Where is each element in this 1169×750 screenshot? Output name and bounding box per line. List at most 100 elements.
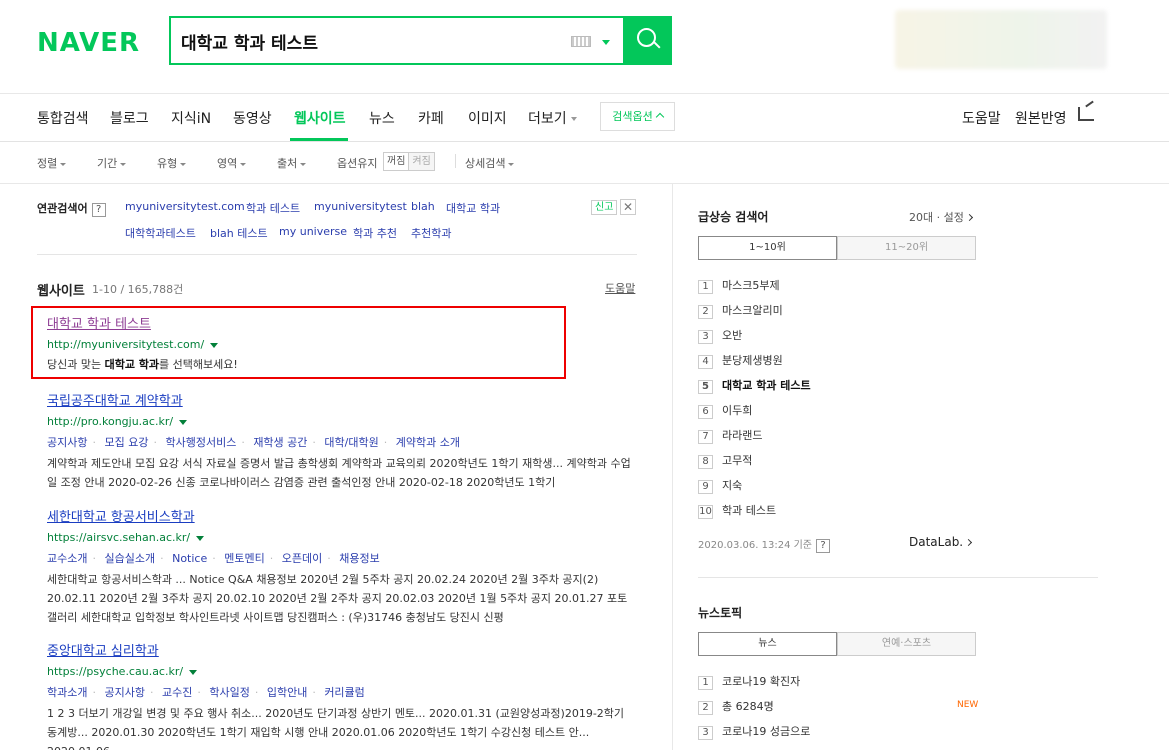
news-topic-item[interactable]: 1 코로나19 확진자 <box>698 673 800 690</box>
news-topic-item[interactable]: 3 코로나19 성금으로 <box>698 723 810 740</box>
search-button[interactable] <box>623 16 672 65</box>
result-url[interactable]: https://airsvc.sehan.ac.kr/ <box>47 531 637 544</box>
sitelink[interactable]: 모집 요강 <box>104 436 148 449</box>
trending-item[interactable]: 7 라라랜드 <box>698 427 762 444</box>
trending-item[interactable]: 1 마스크5부제 <box>698 277 780 294</box>
help-icon[interactable]: ? <box>91 203 106 217</box>
sitelink[interactable]: 공지사항 <box>47 436 87 449</box>
search-options-button[interactable]: 검색옵션 <box>600 102 675 131</box>
filter-area[interactable]: 영역 <box>217 155 247 171</box>
trending-settings[interactable]: 20대 · 설정 <box>909 209 973 225</box>
sitelinks: 교수소개 · 실습실소개 · Notice · 멘토멘티 · 오픈데이 · 채용정보 <box>47 552 380 565</box>
caret-down-icon <box>300 162 307 166</box>
trending-item[interactable]: 6 이두희 <box>698 402 752 419</box>
sitelink[interactable]: 재학생 공간 <box>253 436 307 449</box>
related-item[interactable]: 대학학과테스트 <box>125 225 196 241</box>
keyboard-icon[interactable] <box>571 36 591 47</box>
toggle-on[interactable]: 켜짐 <box>409 153 434 170</box>
toggle-off[interactable]: 꺼짐 <box>384 153 410 170</box>
related-item[interactable]: blah 테스트 <box>210 225 268 241</box>
related-item[interactable]: myuniversitytest <box>314 200 407 213</box>
help-link[interactable]: 도움말 <box>962 108 1001 128</box>
caret-down-icon[interactable] <box>196 535 205 541</box>
related-item[interactable]: 추천학과 <box>411 225 451 241</box>
sitelink[interactable]: Notice <box>172 552 207 565</box>
filter-detail[interactable]: 상세검색 <box>465 155 515 171</box>
tab-rank-1-10[interactable]: 1~10위 <box>698 236 837 260</box>
sitelink[interactable]: 교수진 <box>162 686 192 699</box>
result-title[interactable]: 중앙대학교 심리학과 <box>47 640 637 659</box>
caret-down-icon <box>240 162 247 166</box>
ad-banner[interactable] <box>895 10 1107 69</box>
sitelink[interactable]: 커리큘럼 <box>324 686 364 699</box>
news-topic-tabs: 뉴스 연예·스포츠 <box>698 632 976 656</box>
section-help-link[interactable]: 도움말 <box>605 280 635 296</box>
trending-tabs: 1~10위 11~20위 <box>698 236 976 260</box>
tab-entertainment-sports[interactable]: 연예·스포츠 <box>837 632 976 656</box>
sitelink[interactable]: 입학안내 <box>267 686 307 699</box>
related-item[interactable]: 대학교 학과 <box>446 200 500 216</box>
caret-down-icon[interactable] <box>189 669 198 675</box>
trending-item[interactable]: 2 마스크알리미 <box>698 302 783 319</box>
keep-option-toggle[interactable]: 꺼짐 켜짐 <box>383 152 435 171</box>
search-box <box>169 16 672 65</box>
sitelink[interactable]: 채용정보 <box>339 552 379 565</box>
tab-blog[interactable]: 블로그 <box>110 108 149 128</box>
sitelink[interactable]: 교수소개 <box>47 552 87 565</box>
tab-news[interactable]: 뉴스 <box>698 632 837 656</box>
chevron-right-icon <box>965 213 973 222</box>
report-button[interactable]: 신고 <box>591 200 618 215</box>
related-item[interactable]: myuniversitytest.com <box>125 200 245 213</box>
result-title[interactable]: 세한대학교 항공서비스학과 <box>47 506 637 525</box>
tab-video[interactable]: 동영상 <box>233 108 272 128</box>
filter-sort[interactable]: 정렬 <box>37 155 67 171</box>
filter-period[interactable]: 기간 <box>97 155 127 171</box>
tab-image[interactable]: 이미지 <box>468 108 507 128</box>
sitelink[interactable]: 계약학과 소개 <box>396 436 460 449</box>
tab-news[interactable]: 뉴스 <box>369 108 395 128</box>
feedback-link[interactable]: 원본반영 <box>1015 108 1067 128</box>
sitelink[interactable]: 학사행정서비스 <box>165 436 236 449</box>
trending-item[interactable]: 5 대학교 학과 테스트 <box>698 377 811 394</box>
news-topic-item[interactable]: 2총 6284명 NEW <box>698 698 978 715</box>
result-url[interactable]: https://psyche.cau.ac.kr/ <box>47 665 637 678</box>
related-item[interactable]: blah <box>411 200 435 213</box>
keep-option-label: 옵션유지 <box>337 157 378 170</box>
sitelink[interactable]: 공지사항 <box>104 686 144 699</box>
share-icon[interactable] <box>1078 107 1094 121</box>
caret-down-icon[interactable] <box>179 419 188 425</box>
tab-website[interactable]: 웹사이트 <box>294 108 346 128</box>
related-item[interactable]: my universe <box>279 225 347 238</box>
sitelink[interactable]: 학과소개 <box>47 686 87 699</box>
autocomplete-toggle-icon[interactable] <box>602 40 610 45</box>
tab-kin[interactable]: 지식iN <box>171 108 211 128</box>
trending-item[interactable]: 3 오반 <box>698 327 742 344</box>
section-title: 웹사이트 <box>37 284 85 299</box>
sitelink[interactable]: 학사일정 <box>209 686 249 699</box>
help-icon[interactable]: ? <box>816 539 831 553</box>
filter-type[interactable]: 유형 <box>157 155 187 171</box>
trending-item[interactable]: 10 학과 테스트 <box>698 502 776 519</box>
trending-item[interactable]: 4 분당제생병원 <box>698 352 783 369</box>
tab-more[interactable]: 더보기 <box>528 108 577 128</box>
sitelink[interactable]: 실습실소개 <box>104 552 155 565</box>
close-icon[interactable]: ✕ <box>620 199 636 215</box>
result-title[interactable]: 국립공주대학교 계약학과 <box>47 390 637 409</box>
related-item[interactable]: 학과 추천 <box>353 225 397 241</box>
datalab-link[interactable]: DataLab. <box>909 535 973 549</box>
sitelink[interactable]: 오픈데이 <box>282 552 322 565</box>
search-input[interactable] <box>181 27 561 55</box>
result-count: 1-10 / 165,788건 <box>92 283 184 296</box>
sitelink[interactable]: 멘토멘티 <box>224 552 264 565</box>
naver-logo[interactable]: NAVER <box>37 28 140 58</box>
trending-item[interactable]: 8 고무적 <box>698 452 752 469</box>
filter-source[interactable]: 출처 <box>277 155 307 171</box>
sitelink[interactable]: 대학/대학원 <box>324 436 378 449</box>
trending-item[interactable]: 9 지숙 <box>698 477 742 494</box>
tab-cafe[interactable]: 카페 <box>418 108 444 128</box>
tab-integrated[interactable]: 통합검색 <box>37 108 89 128</box>
result-description: 계약학과 제도안내 모집 요강 서식 자료실 증명서 발급 총학생회 계약학과 … <box>47 457 631 489</box>
result-url[interactable]: http://pro.kongju.ac.kr/ <box>47 415 637 428</box>
tab-rank-11-20[interactable]: 11~20위 <box>837 236 976 260</box>
related-item[interactable]: 학과 테스트 <box>246 200 300 216</box>
